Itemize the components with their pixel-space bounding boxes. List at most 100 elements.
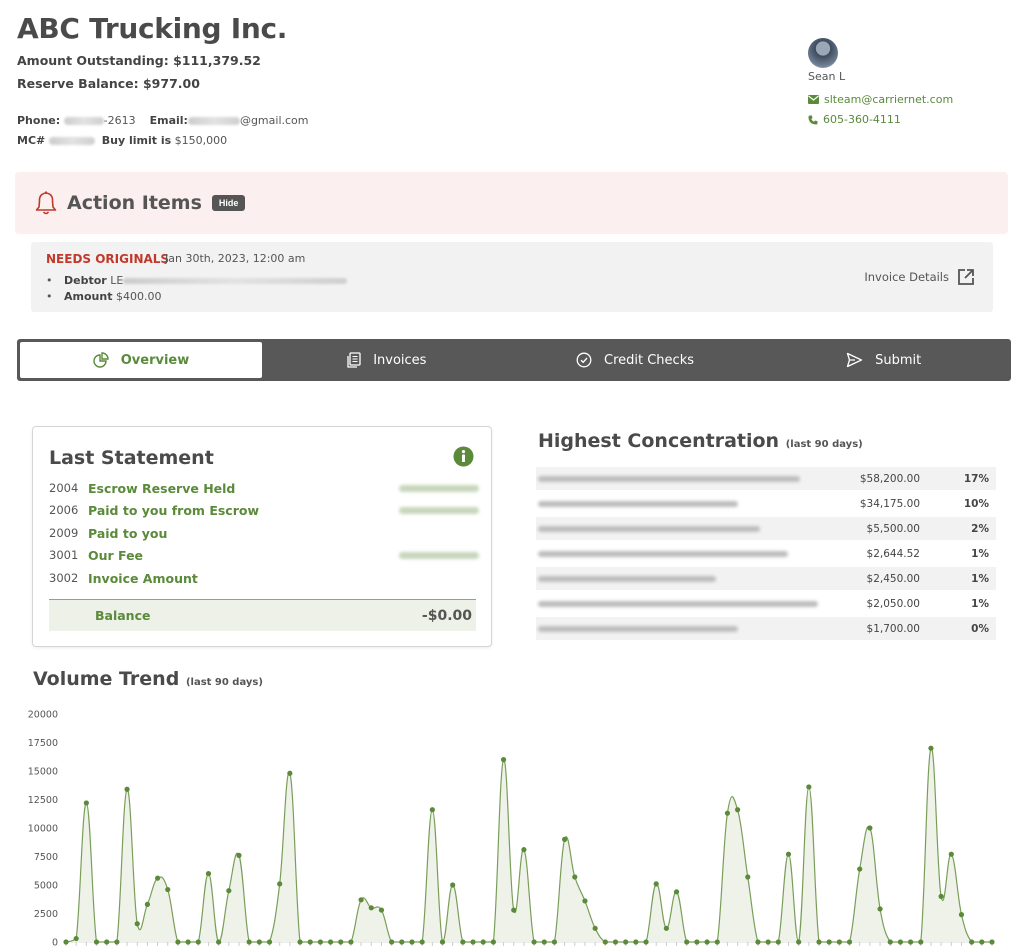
volume-data-point (348, 939, 354, 945)
volume-data-point (592, 925, 598, 931)
volume-data-point (653, 881, 659, 887)
volume-data-point (673, 889, 680, 895)
volume-data-point (836, 939, 842, 945)
volume-data-point (562, 836, 568, 842)
volume-data-point (450, 882, 456, 888)
volume-data-point (531, 939, 537, 945)
statement-label: Invoice Amount (88, 570, 198, 586)
volume-data-point (663, 925, 669, 931)
volume-data-point (612, 939, 619, 945)
redacted-mc (48, 137, 95, 145)
concentration-subtitle: (last 90 days) (785, 439, 863, 450)
volume-data-point (826, 939, 832, 945)
concentration-row: $58,200.00 17% (536, 467, 996, 490)
debtor-label: Debtor (64, 274, 107, 287)
statement-code: 2004 (49, 481, 79, 495)
y-tick-label: 20000 (28, 710, 58, 721)
tab-invoices[interactable]: Invoices (262, 342, 511, 378)
concentration-pct: 1% (971, 572, 989, 585)
pie-chart-icon (93, 352, 109, 368)
main-tabs: Overview Invoices Credit Checks Submit (17, 339, 1011, 381)
invoice-details-link[interactable]: Invoice Details (864, 268, 975, 286)
redacted-email (187, 117, 240, 125)
volume-data-point (745, 874, 751, 880)
concentration-amount: $2,450.00 (866, 572, 920, 585)
hide-button[interactable]: Hide (211, 195, 246, 211)
redacted-phone (63, 117, 104, 125)
statement-label: Paid to you (88, 525, 168, 541)
volume-data-point (368, 905, 374, 911)
volume-data-point (918, 939, 924, 945)
volume-data-point (816, 939, 822, 945)
volume-data-point (551, 939, 558, 945)
volume-data-point (389, 939, 395, 945)
mc-label: MC# (17, 134, 46, 147)
tab-submit[interactable]: Submit (759, 342, 1008, 378)
volume-data-point (511, 907, 517, 913)
volume-data-point (104, 939, 110, 945)
volume-data-point (775, 939, 781, 945)
volume-data-point (154, 875, 161, 881)
mc-line: MC# Buy limit is $150,000 (17, 134, 227, 147)
redacted-debtor-name (538, 625, 738, 632)
y-tick-label: 2500 (34, 909, 58, 920)
y-tick-label: 7500 (34, 852, 58, 863)
concentration-pct: 1% (971, 597, 989, 610)
volume-data-point (877, 906, 883, 912)
rep-email-link[interactable]: slteam@carriernet.com (808, 93, 953, 106)
volume-data-point (134, 921, 140, 927)
volume-data-point (205, 871, 212, 877)
balance-row: Balance -$0.00 (49, 599, 476, 631)
volume-data-point (887, 939, 893, 945)
volume-data-point (796, 939, 802, 945)
concentration-amount: $58,200.00 (859, 472, 920, 485)
concentration-pct: 10% (963, 497, 989, 510)
tab-invoices-label: Invoices (373, 352, 427, 368)
volume-data-point (694, 939, 700, 945)
volume-data-point (256, 939, 262, 945)
redacted-debtor-name (538, 475, 800, 482)
statement-code: 3002 (49, 571, 79, 585)
envelope-icon (808, 95, 819, 104)
volume-data-point (958, 912, 965, 918)
volume-area-fill (66, 747, 992, 942)
concentration-heading: Highest Concentration (538, 430, 780, 452)
volume-data-point (287, 770, 293, 776)
last-statement-title: Last Statement (49, 447, 214, 469)
volume-data-point (470, 939, 476, 945)
volume-data-point (684, 939, 690, 945)
volume-data-point (226, 888, 232, 894)
redacted-debtor-name (538, 575, 716, 582)
volume-data-point (643, 939, 649, 945)
tab-submit-label: Submit (875, 352, 922, 368)
volume-data-point (755, 939, 761, 945)
concentration-pct: 17% (963, 472, 989, 485)
statement-label: Our Fee (88, 547, 144, 563)
statement-row: 3001 Our Fee (49, 545, 479, 565)
volume-data-point (307, 939, 313, 945)
concentration-row: $2,450.00 1% (536, 567, 996, 590)
action-item-card: NEEDS ORIGINALS Jan 30th, 2023, 12:00 am… (31, 242, 993, 312)
tab-credit-checks-label: Credit Checks (604, 352, 694, 368)
tab-credit-checks[interactable]: Credit Checks (511, 342, 760, 378)
y-tick-label: 10000 (28, 824, 58, 835)
redacted-debtor-name (538, 550, 788, 557)
volume-data-point (358, 897, 364, 903)
concentration-pct: 2% (971, 522, 989, 535)
concentration-pct: 0% (971, 622, 989, 635)
info-icon[interactable] (453, 446, 474, 467)
action-items-title: Action Items (67, 192, 202, 214)
last-statement-card: Last Statement 2004 Escrow Reserve Held … (32, 426, 492, 647)
volume-data-point (165, 886, 171, 893)
volume-data-point (948, 851, 954, 857)
volume-data-point (765, 939, 771, 945)
volume-data-point (521, 847, 527, 853)
volume-data-point (83, 800, 89, 806)
y-tick-label: 17500 (28, 738, 58, 749)
concentration-amount: $34,175.00 (859, 497, 920, 510)
debtor-prefix: LE (110, 274, 124, 287)
tab-overview[interactable]: Overview (20, 342, 262, 378)
volume-data-point (419, 939, 425, 945)
rep-phone-link[interactable]: 605-360-4111 (808, 113, 901, 126)
volume-trend-chart: 0 2500 5000 7500 10000 12500 15000 17500 20000 (28, 710, 995, 949)
